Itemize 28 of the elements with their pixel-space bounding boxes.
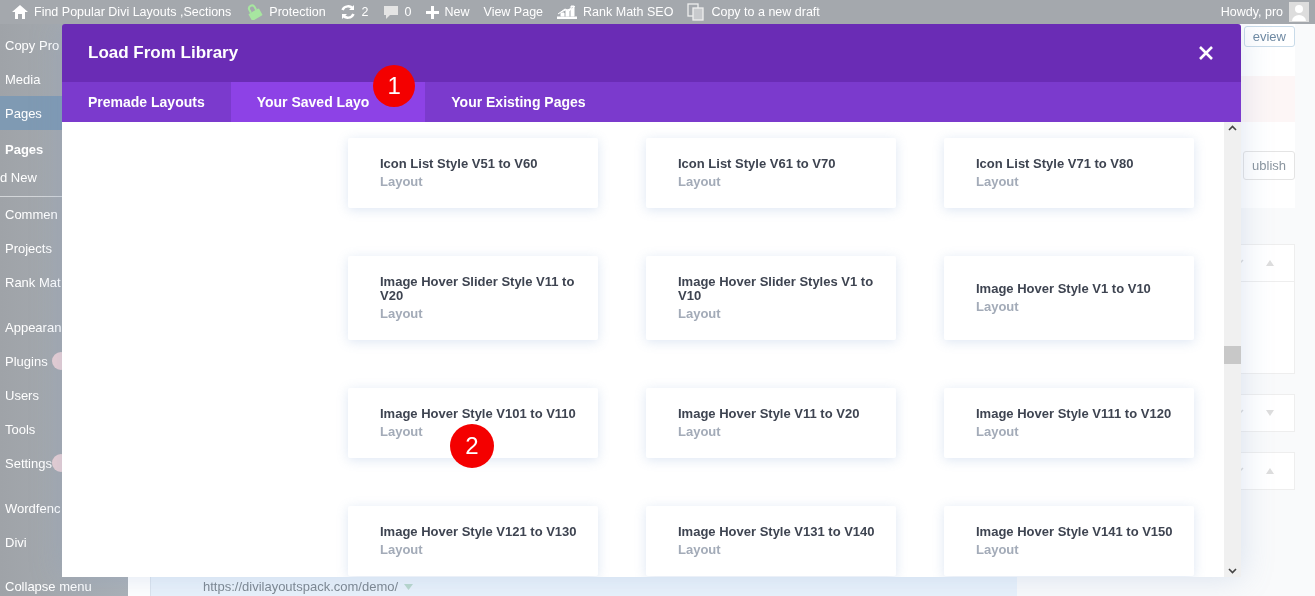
layout-type: Layout [678,174,722,189]
layout-title: Image Hover Style V1 to V10 [976,282,1152,296]
layout-title: Image Hover Slider Styles V1 to V10 [678,275,875,303]
layout-title: Image Hover Style V111 to V120 [976,407,1173,421]
url-text: https://divilayoutspack.com/demo/ [203,579,399,594]
greeting-text: Howdy, pro [1220,5,1283,19]
layout-type: Layout [976,424,1020,439]
modal-title: Load From Library [88,43,239,63]
layout-type: Layout [678,424,722,439]
layout-title: Image Hover Style V11 to V20 [678,407,861,421]
step-marker: 1 [373,65,416,107]
layout-title: Image Hover Style V121 to V130 [380,525,578,539]
layout-type: Layout [976,299,1020,314]
layout-title: Image Hover Style V131 to V140 [678,525,876,539]
layout-type: Layout [976,174,1020,189]
layout-title: Image Hover Style V101 to V110 [380,407,577,421]
layout-title: Icon List Style V61 to V70 [678,157,837,171]
layout-type: Layout [678,542,722,557]
layout-type: Layout [678,306,722,321]
layout-title: Icon List Style V71 to V80 [976,157,1135,171]
layout-type: Layout [380,542,424,557]
layout-type: Layout [380,424,424,439]
layout-type: Layout [380,306,424,321]
layout-type: Layout [380,174,424,189]
layout-title: Image Hover Slider Style V11 to V20 [380,275,576,303]
layout-title: Image Hover Style V141 to V150 [976,525,1174,539]
layout-type: Layout [976,542,1020,557]
layout-title: Icon List Style V51 to V60 [380,157,539,171]
